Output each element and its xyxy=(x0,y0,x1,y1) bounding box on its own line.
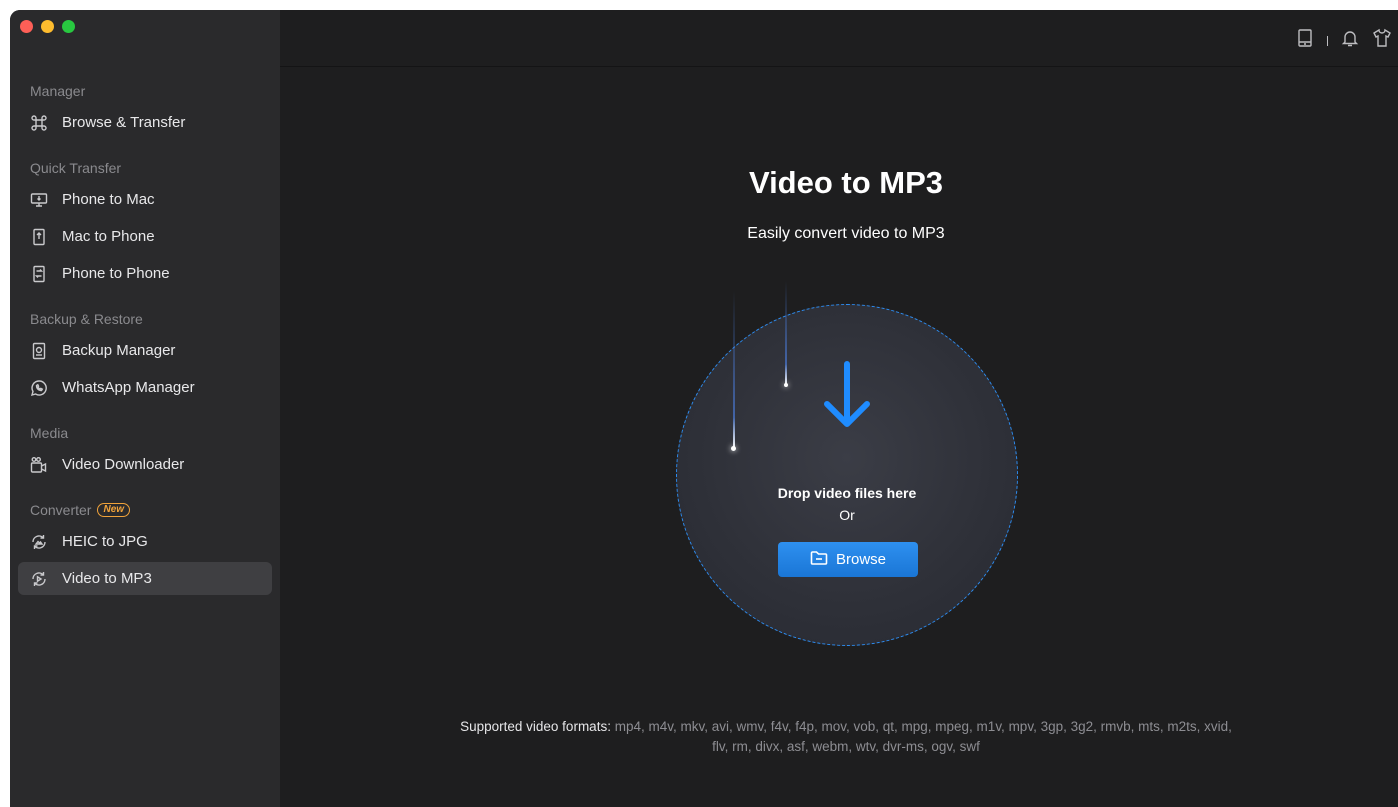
video-convert-icon xyxy=(30,570,48,588)
monitor-icon xyxy=(30,191,48,209)
sidebar-item-label: Phone to Mac xyxy=(62,191,155,208)
sidebar-item-phone-to-mac[interactable]: Phone to Mac xyxy=(18,183,272,216)
sidebar-item-browse-transfer[interactable]: Browse & Transfer xyxy=(18,106,272,139)
browse-button[interactable]: Browse xyxy=(778,542,918,577)
supported-formats-list: mp4, m4v, mkv, avi, wmv, f4v, f4p, mov, … xyxy=(610,719,1232,754)
device-icon[interactable] xyxy=(1295,28,1315,53)
command-icon xyxy=(30,114,48,132)
whatsapp-icon xyxy=(30,379,48,397)
sidebar-item-label: Browse & Transfer xyxy=(62,114,186,131)
sidebar-item-heic-to-jpg[interactable]: HEIC to JPG xyxy=(18,525,272,558)
phones-icon xyxy=(30,265,48,283)
sidebar-item-label: Backup Manager xyxy=(62,342,176,359)
sidebar-item-label: Mac to Phone xyxy=(62,228,155,245)
sidebar-nav: Manager Browse & Transfer Quick Transfer… xyxy=(10,80,280,595)
sidebar-item-phone-to-phone[interactable]: Phone to Phone xyxy=(18,257,272,290)
folder-icon xyxy=(810,550,828,570)
browse-button-label: Browse xyxy=(835,551,887,568)
toolbar-icons xyxy=(1295,28,1392,53)
sidebar-item-label: HEIC to JPG xyxy=(62,533,148,550)
download-arrow-icon xyxy=(817,360,877,435)
section-label-backup-restore: Backup & Restore xyxy=(30,311,143,327)
decorative-streak xyxy=(785,281,787,385)
sidebar-item-mac-to-phone[interactable]: Mac to Phone xyxy=(18,220,272,253)
new-badge: New xyxy=(97,503,131,517)
section-label-manager: Manager xyxy=(30,83,86,99)
close-window-button[interactable] xyxy=(20,20,33,33)
decorative-streak-dot xyxy=(784,383,788,387)
or-label: Or xyxy=(839,507,855,523)
sidebar-item-label: Video to MP3 xyxy=(62,570,152,587)
video-camera-icon xyxy=(30,456,48,474)
sidebar: Manager Browse & Transfer Quick Transfer… xyxy=(10,10,280,807)
sidebar-item-backup-manager[interactable]: Backup Manager xyxy=(18,334,272,367)
window-controls xyxy=(20,20,75,33)
toolbar-separator xyxy=(1327,35,1328,46)
minimize-window-button[interactable] xyxy=(41,20,54,33)
app-window: Manager Browse & Transfer Quick Transfer… xyxy=(10,10,1398,807)
drop-zone[interactable]: Drop video files here Or Browse xyxy=(676,281,1018,646)
decorative-streak-dot xyxy=(731,446,736,451)
main-content: Video to MP3 Easily convert video to MP3… xyxy=(280,67,1398,807)
sidebar-item-video-to-mp3[interactable]: Video to MP3 xyxy=(18,562,272,595)
top-toolbar xyxy=(280,10,1398,67)
sidebar-item-video-downloader[interactable]: Video Downloader xyxy=(18,448,272,481)
page-subtitle: Easily convert video to MP3 xyxy=(747,225,945,242)
image-convert-icon xyxy=(30,533,48,551)
decorative-streak xyxy=(733,291,735,449)
page-title: Video to MP3 xyxy=(748,165,944,200)
maximize-window-button[interactable] xyxy=(62,20,75,33)
section-label-text: Converter xyxy=(30,502,92,518)
section-label-converter: Converter New xyxy=(10,499,280,521)
backup-icon xyxy=(30,342,48,360)
phone-icon xyxy=(30,228,48,246)
sidebar-item-label: WhatsApp Manager xyxy=(62,379,195,396)
bell-icon[interactable] xyxy=(1340,28,1360,53)
supported-formats: Supported video formats: mp4, m4v, mkv, … xyxy=(460,717,1232,757)
sidebar-item-label: Video Downloader xyxy=(62,456,185,473)
section-label-media: Media xyxy=(30,425,69,441)
sidebar-item-label: Phone to Phone xyxy=(62,265,170,282)
section-label-quick-transfer: Quick Transfer xyxy=(30,160,122,176)
supported-formats-label: Supported video formats: xyxy=(460,719,611,734)
shirt-icon[interactable] xyxy=(1372,28,1392,53)
sidebar-item-whatsapp-manager[interactable]: WhatsApp Manager xyxy=(18,371,272,404)
drop-instruction: Drop video files here xyxy=(777,485,917,501)
